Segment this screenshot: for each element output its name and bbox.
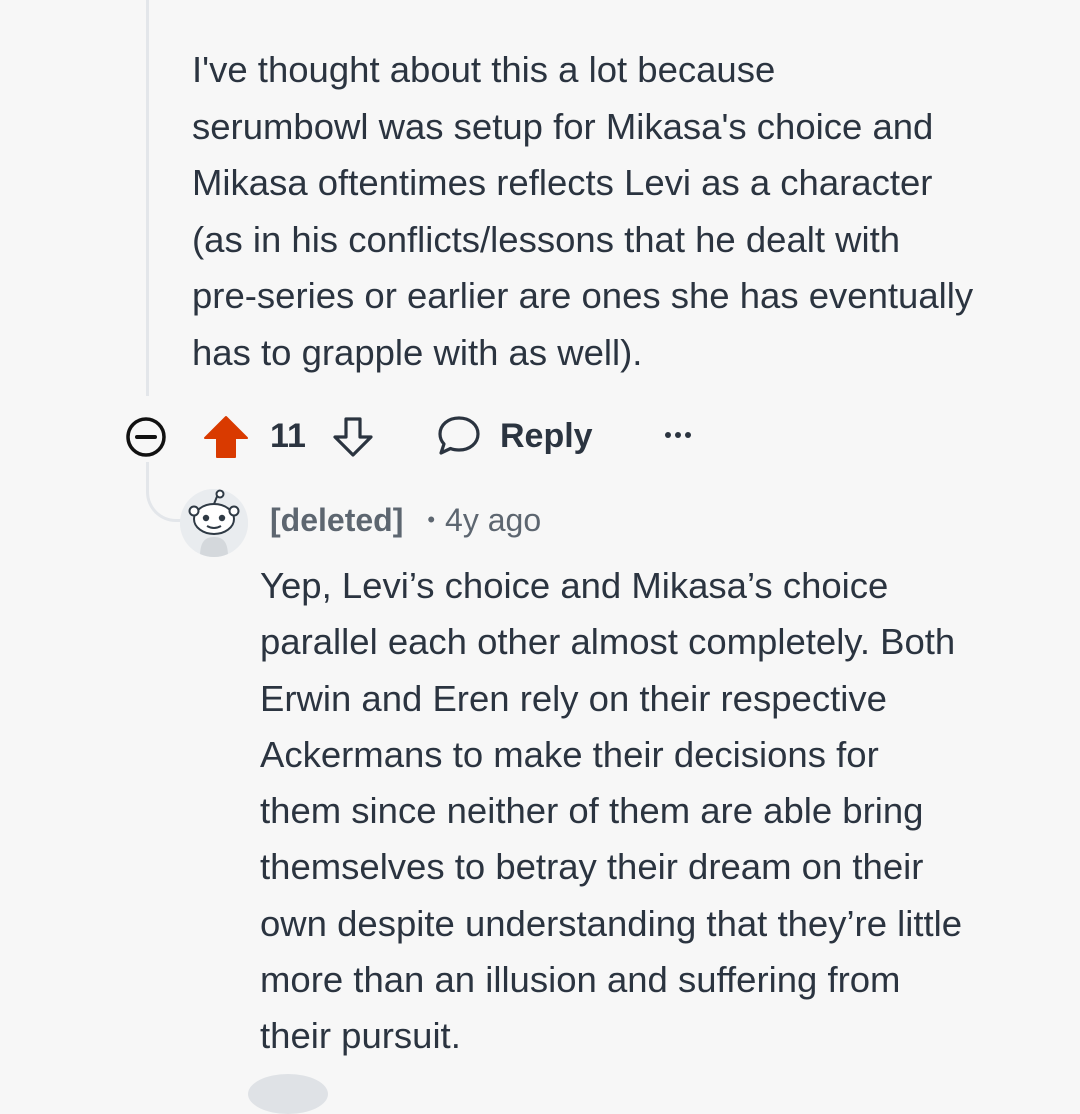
reply-button[interactable]: Reply [436,412,593,460]
comment-text-line: parallel each other almost completely. B… [260,621,956,663]
vote-count: 11 [270,417,306,455]
comment-text-line: more than an illusion and suffering from [260,959,901,1001]
comment-text-line: pre-series or earlier are ones she has e… [192,275,974,316]
comment-text-line: serumbowl was setup for Mikasa's choice … [192,105,934,147]
upvote-button[interactable] [202,414,250,460]
comment-text-line: (as in his conflicts/lessons that he dea… [192,218,901,260]
snoo-avatar-icon [180,489,248,557]
ellipsis-icon [665,432,691,438]
next-comment-avatar [248,1074,328,1114]
comment-text-line: Erwin and Eren rely on their respective [260,677,887,719]
user-avatar[interactable] [180,489,248,557]
parent-comment-body: I've thought about this a lot because se… [192,42,1052,381]
comment-text-line: Ackermans to make their decisions for [260,733,879,775]
minus-circle-icon [126,417,166,457]
timestamp: 4y ago [445,501,542,538]
comment-text-line: their pursuit. [260,1015,461,1057]
comment-text-line: own despite understanding that they’re l… [260,902,963,944]
reply-comment-body: Yep, Levi’s choice and Mikasa’s choice p… [260,558,1060,1065]
reply-comment-header: [deleted] • 4y ago [270,500,541,540]
upvote-arrow-icon [204,416,248,458]
comment-text-line: Yep, Levi’s choice and Mikasa’s choice [260,565,889,606]
comment-text-line: I've thought about this a lot because [192,49,776,90]
downvote-button[interactable] [330,414,376,460]
comment-text-line: themselves to betray their dream on thei… [260,846,924,888]
speech-bubble-icon [438,416,480,455]
downvote-arrow-icon [333,417,373,457]
separator-dot: • [427,507,436,532]
comment-text-line: them since neither of them are able brin… [260,790,924,832]
comment-text-line: has to grapple with as well). [192,331,643,373]
comment-action-bar: 11 Reply [0,412,1080,460]
username[interactable]: [deleted] [270,502,403,539]
comment-text-line: Mikasa oftentimes reflects Levi as a cha… [192,162,933,203]
more-options-button[interactable] [662,418,696,452]
collapse-thread-button[interactable] [125,416,167,458]
reply-label: Reply [500,416,593,455]
thread-line-branch [146,462,182,522]
thread-line [146,0,149,396]
